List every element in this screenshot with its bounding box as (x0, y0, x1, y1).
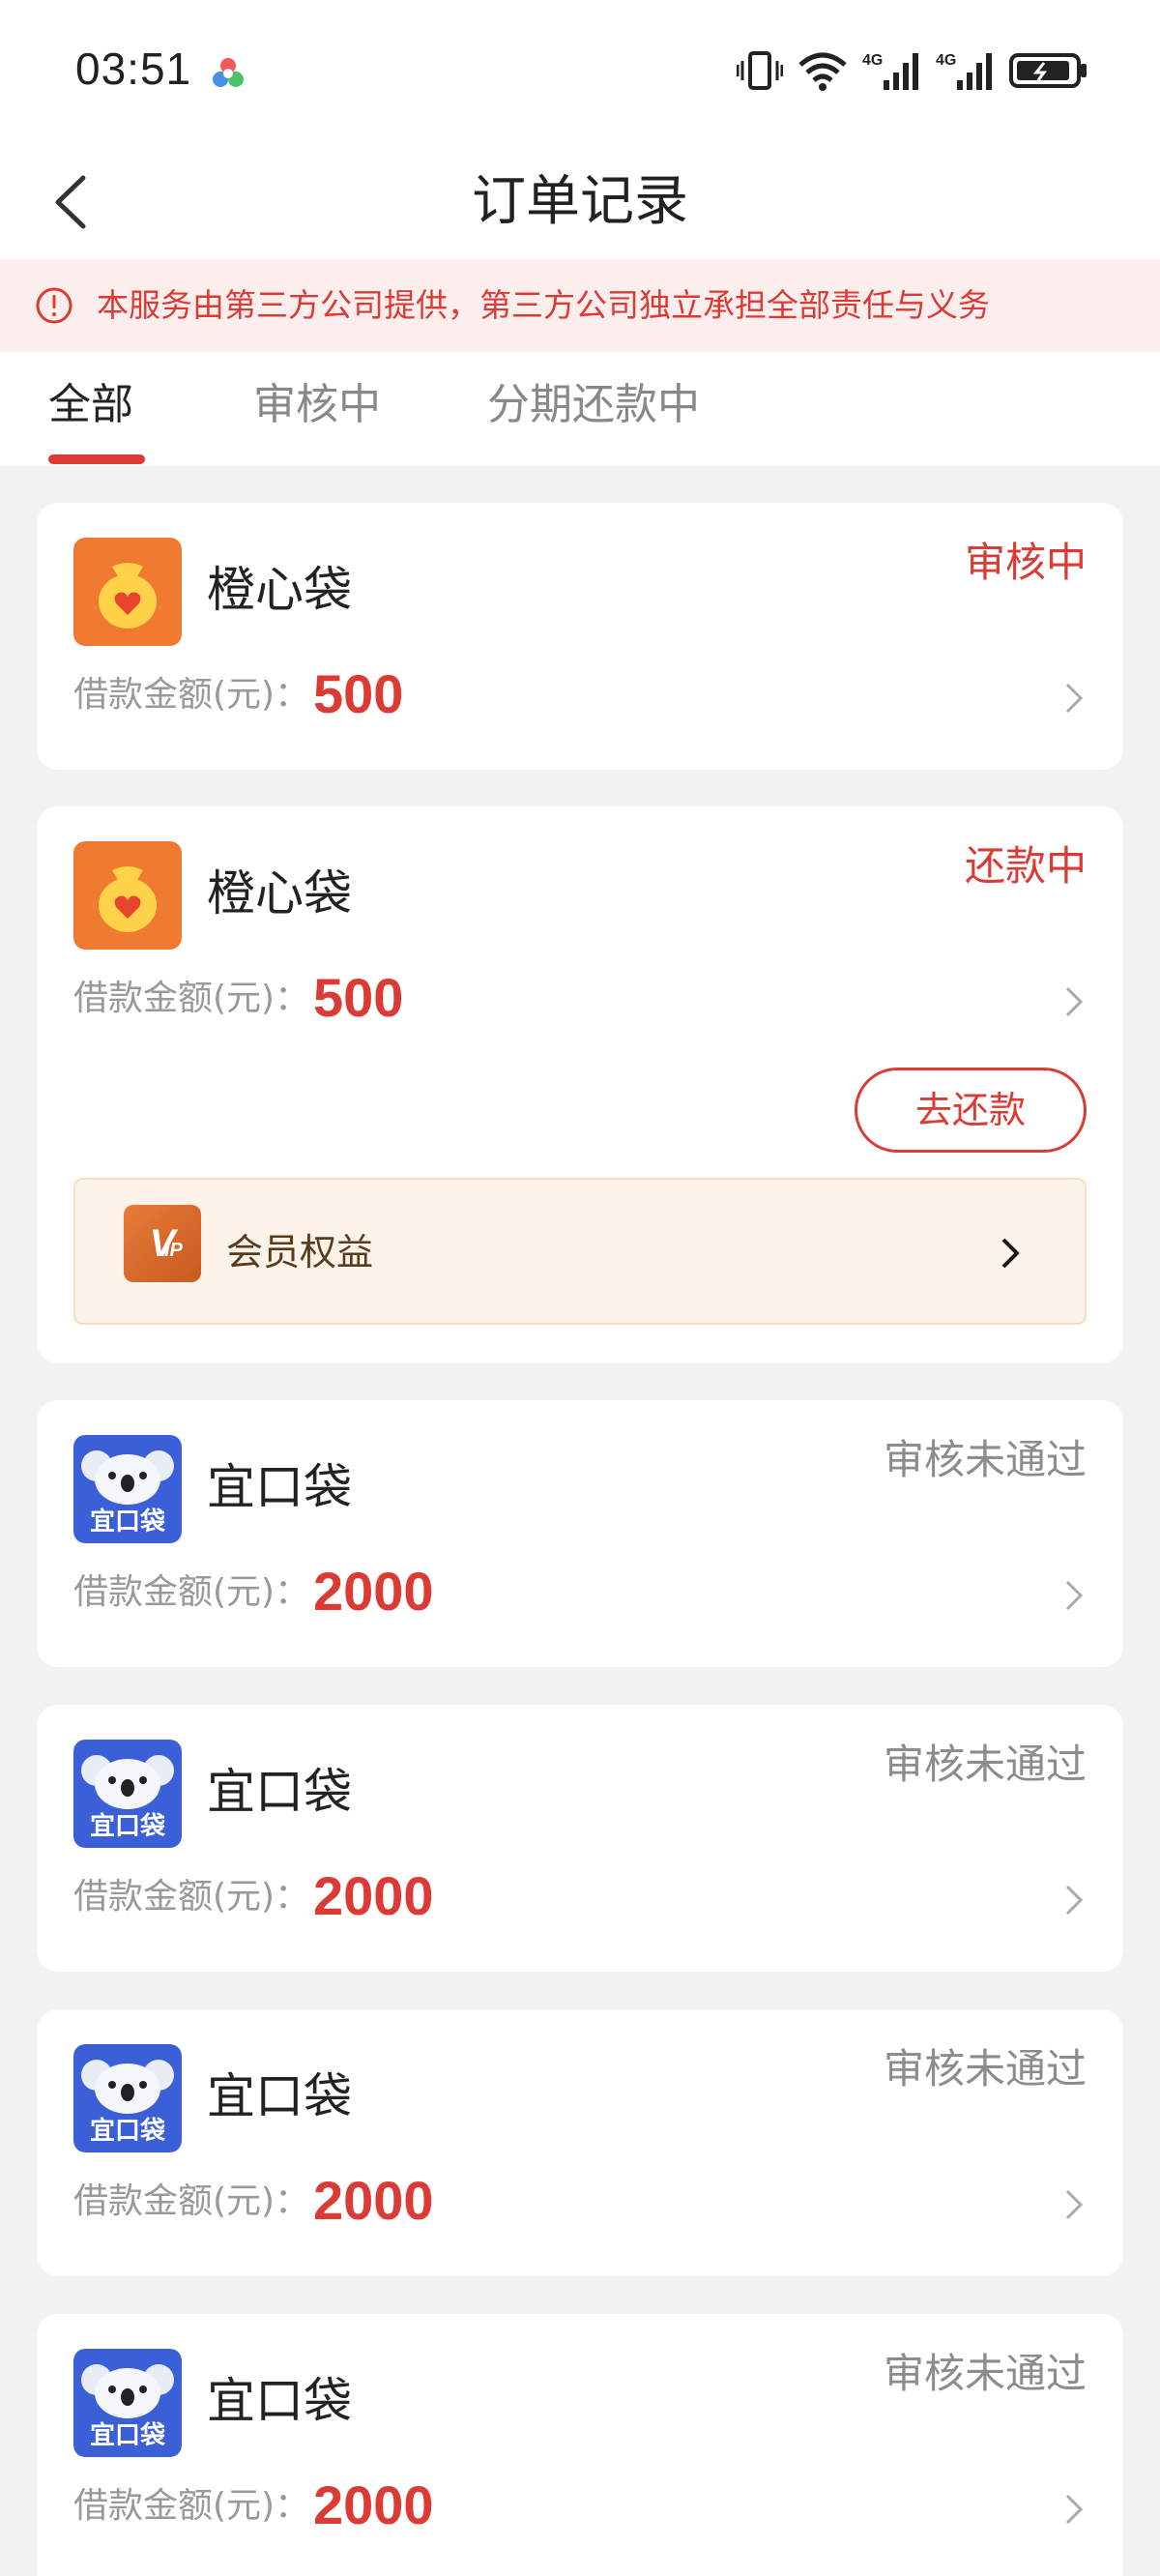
vip-icon: V IP (124, 1205, 201, 1282)
tab-installment[interactable]: 分期还款中 (487, 371, 700, 439)
tab-all[interactable]: 全部 (48, 371, 133, 439)
lender-name: 宜口袋 (207, 1764, 352, 1820)
page-title: 订单记录 (472, 170, 688, 233)
koala-icon: 宜口袋 (73, 1435, 182, 1543)
chevron-right-icon (1065, 2189, 1084, 2220)
nav-bar: 订单记录 (0, 145, 1160, 259)
koala-icon: 宜口袋 (73, 1740, 182, 1848)
amount-value: 2000 (313, 1865, 434, 1926)
amount-label: 借款金额(元)： (73, 2486, 310, 2526)
lender-name: 橙心袋 (207, 562, 352, 618)
logo-text: 宜口袋 (90, 1507, 166, 1537)
lender-name: 宜口袋 (207, 2373, 352, 2429)
chevron-right-icon (1065, 986, 1084, 1017)
chevron-right-icon (1065, 1580, 1084, 1611)
amount-value: 500 (313, 663, 404, 724)
active-tab-indicator (48, 454, 145, 464)
order-card[interactable]: 宜口袋 宜口袋 审核未通过 借款金额(元)： 2000 (37, 1400, 1123, 1667)
signal-4g-icon: 4G (862, 52, 918, 90)
svg-text:4G: 4G (862, 52, 883, 69)
amount-label: 借款金额(元)： (73, 1572, 310, 1612)
order-status: 审核未通过 (883, 1741, 1087, 1788)
amount-value: 500 (313, 967, 404, 1028)
order-status: 审核未通过 (883, 1436, 1087, 1483)
lender-name: 宜口袋 (207, 1459, 352, 1515)
koala-icon: 宜口袋 (73, 2349, 182, 2457)
vip-benefits-row[interactable]: V IP 会员权益 (73, 1178, 1087, 1325)
chevron-right-icon (1065, 683, 1084, 714)
status-icons: 4G 4G (737, 46, 1088, 95)
logo-text: 宜口袋 (90, 2420, 166, 2450)
amount-label: 借款金额(元)： (73, 979, 310, 1018)
logo-text: 宜口袋 (90, 2116, 166, 2146)
order-status: 审核未通过 (883, 2045, 1087, 2093)
amount-label: 借款金额(元)： (73, 675, 310, 715)
order-card[interactable]: 宜口袋 宜口袋 审核未通过 借款金额(元)： 2000 (37, 2009, 1123, 2276)
vibrate-icon (737, 51, 783, 90)
amount-label: 借款金额(元)： (73, 2181, 310, 2221)
signal-4g-icon-2: 4G (936, 52, 992, 90)
order-card[interactable]: 宜口袋 宜口袋 审核未通过 借款金额(元)： 2000 (37, 1705, 1123, 1972)
lender-name: 宜口袋 (207, 2068, 352, 2124)
order-card[interactable]: 橙心袋 审核中 借款金额(元)： 500 (37, 503, 1123, 770)
svg-text:4G: 4G (936, 52, 956, 69)
chevron-right-icon (1065, 2494, 1084, 2525)
notice-banner: 本服务由第三方公司提供，第三方公司独立承担全部责任与义务 (0, 259, 1160, 352)
amount-label: 借款金额(元)： (73, 1877, 310, 1917)
koala-icon: 宜口袋 (73, 2044, 182, 2152)
order-card[interactable]: 橙心袋 还款中 借款金额(元)： 500 去还款 V IP 会员权益 (37, 806, 1123, 1363)
chevron-right-icon (1065, 1885, 1084, 1916)
vip-label: 会员权益 (226, 1231, 374, 1273)
order-card[interactable]: 宜口袋 宜口袋 审核未通过 借款金额(元)： 2000 (37, 2314, 1123, 2576)
status-bar: 03:51 4G 4G (0, 0, 1160, 145)
battery-icon (1009, 53, 1087, 88)
order-status: 审核中 (964, 539, 1087, 586)
money-bag-heart-icon (73, 841, 182, 950)
notice-text: 本服务由第三方公司提供，第三方公司独立承担全部责任与义务 (97, 286, 990, 324)
status-time: 03:51 (75, 44, 192, 94)
logo-text: 宜口袋 (90, 1811, 166, 1841)
order-status: 审核未通过 (883, 2350, 1087, 2397)
lender-name: 橙心袋 (207, 865, 352, 922)
amount-value: 2000 (313, 2170, 434, 2231)
repay-button[interactable]: 去还款 (855, 1068, 1087, 1153)
alert-circle-icon (36, 287, 72, 324)
wifi-icon (798, 52, 847, 91)
tab-bar: 全部 审核中 分期还款中 (0, 352, 1160, 466)
order-status: 还款中 (964, 842, 1087, 890)
amount-value: 2000 (313, 2474, 434, 2535)
app-notification-icon (213, 58, 244, 87)
tab-reviewing[interactable]: 审核中 (253, 371, 381, 439)
chevron-right-icon (1001, 1238, 1020, 1269)
amount-value: 2000 (313, 1561, 434, 1622)
money-bag-heart-icon (73, 538, 182, 646)
